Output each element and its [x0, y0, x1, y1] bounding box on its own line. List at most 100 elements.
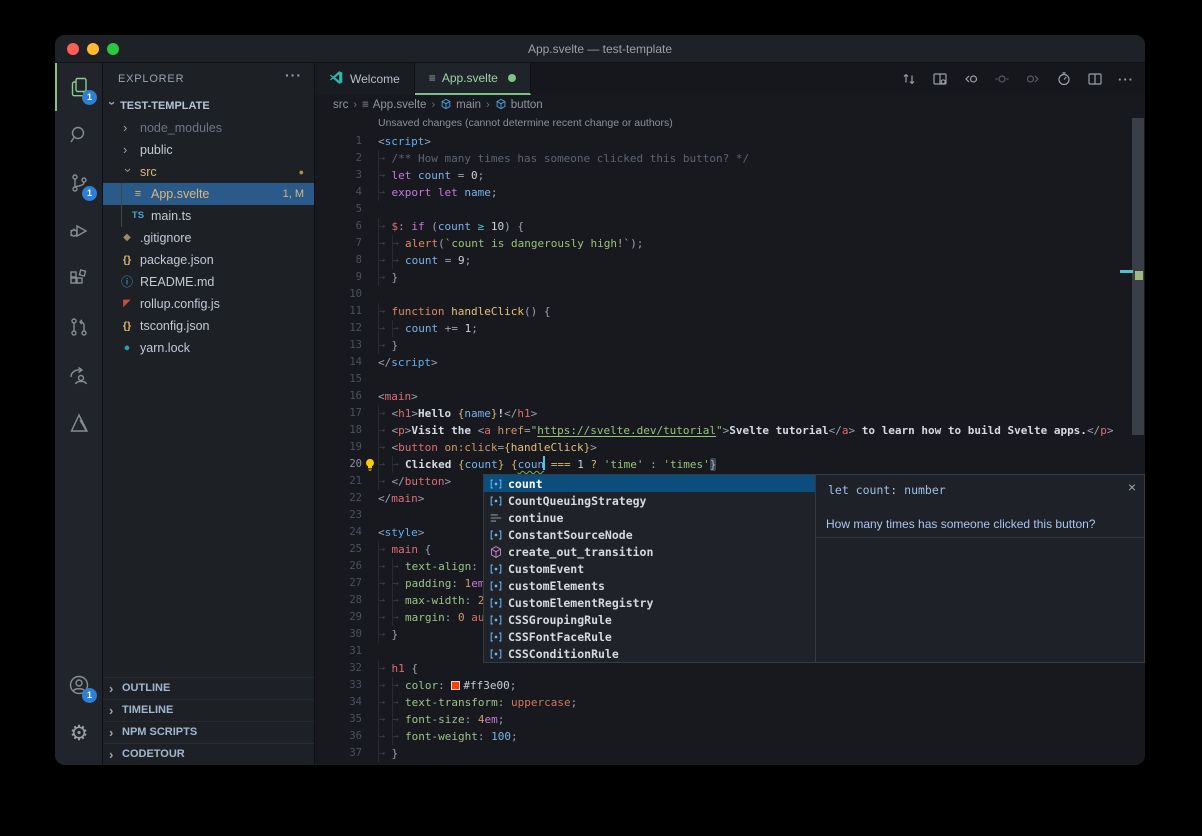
- suggest-item-customelements[interactable]: customElements: [484, 577, 815, 594]
- navigate-back-icon[interactable]: [960, 68, 982, 90]
- tree-item-tsconfig-json[interactable]: {}tsconfig.json: [103, 315, 314, 337]
- section-timeline[interactable]: ›TIMELINE: [103, 699, 314, 721]
- suggest-item-create-out-transition[interactable]: create_out_transition: [484, 543, 815, 560]
- run-timer-icon[interactable]: [1053, 68, 1075, 90]
- code-line-34[interactable]: 34→→text-transform: uppercase;: [315, 694, 1145, 711]
- suggest-item-cssgroupingrule[interactable]: CSSGroupingRule: [484, 611, 815, 628]
- section-npm-scripts[interactable]: ›NPM SCRIPTS: [103, 721, 314, 743]
- line-number: 13: [315, 337, 362, 354]
- more-actions-icon[interactable]: ···: [1115, 68, 1137, 90]
- code-line-4[interactable]: 4→export let name;: [315, 184, 1145, 201]
- code-line-15[interactable]: 15: [315, 371, 1145, 388]
- chevron-right-icon: ›: [109, 706, 119, 716]
- code-editor[interactable]: Unsaved changes (cannot determine recent…: [315, 115, 1145, 765]
- code-content: →<button on:click={handleClick}>: [378, 439, 1145, 456]
- code-line-9[interactable]: 9→}: [315, 269, 1145, 286]
- activity-search[interactable]: [55, 111, 103, 159]
- code-line-18[interactable]: 18→<p>Visit the <a href="https://svelte.…: [315, 422, 1145, 439]
- code-line-14[interactable]: 14</script>: [315, 354, 1145, 371]
- code-line-12[interactable]: 12→→count += 1;: [315, 320, 1145, 337]
- suggest-item-customelementregistry[interactable]: CustomElementRegistry: [484, 594, 815, 611]
- line-number: 29: [315, 609, 362, 626]
- code-line-3[interactable]: 3→let count = 0;: [315, 167, 1145, 184]
- tree-item-package-json[interactable]: {}package.json: [103, 249, 314, 271]
- line-number: 10: [315, 286, 362, 303]
- activity-settings[interactable]: ⚙: [55, 709, 103, 757]
- section-codetour[interactable]: ›CODETOUR: [103, 743, 314, 765]
- code-line-11[interactable]: 11→function handleClick() {: [315, 303, 1145, 320]
- tab-whitespace-arrow: →: [379, 609, 385, 626]
- code-line-2[interactable]: 2→/** How many times has someone clicked…: [315, 150, 1145, 167]
- tree-item-public[interactable]: ›public: [103, 139, 314, 161]
- extensions-icon: [67, 267, 91, 291]
- tab-welcome[interactable]: Welcome: [315, 63, 415, 95]
- suggest-item-cssconditionrule[interactable]: CSSConditionRule: [484, 645, 815, 662]
- code-line-13[interactable]: 13 →}: [315, 337, 1145, 354]
- code-line-37[interactable]: 37→}: [315, 745, 1145, 762]
- window-title: App.svelte — test-template: [55, 35, 1145, 63]
- code-line-19[interactable]: 19→<button on:click={handleClick}>: [315, 439, 1145, 456]
- activity-run-debug[interactable]: [55, 207, 103, 255]
- section-label: NPM SCRIPTS: [122, 722, 197, 743]
- suggest-item-cssfontfacerule[interactable]: CSSFontFaceRule: [484, 628, 815, 645]
- code-line-33[interactable]: 33→→color: #ff3e00;: [315, 677, 1145, 694]
- section-outline[interactable]: ›OUTLINE: [103, 677, 314, 699]
- open-preview-side-icon[interactable]: [929, 68, 951, 90]
- activity-source-control[interactable]: 1: [55, 159, 103, 207]
- tree-root-test-template[interactable]: › TEST-TEMPLATE: [103, 95, 314, 117]
- activity-explorer[interactable]: 1: [55, 63, 103, 111]
- activity-accounts[interactable]: 1: [55, 661, 103, 709]
- breadcrumb-item-button[interactable]: button: [495, 98, 543, 113]
- tree-item-src[interactable]: ›src●: [103, 161, 314, 183]
- code-line-36[interactable]: 36→→font-weight: 100;: [315, 728, 1145, 745]
- suggest-item-countqueuingstrategy[interactable]: CountQueuingStrategy: [484, 492, 815, 509]
- code-line-16[interactable]: 16<main>: [315, 388, 1145, 405]
- activity-live-share[interactable]: [55, 351, 103, 399]
- lightbulb-icon[interactable]: [364, 458, 376, 471]
- tree-item-yarn-lock[interactable]: ●yarn.lock: [103, 337, 314, 359]
- tab-whitespace-arrow: →: [379, 473, 385, 490]
- code-line-5[interactable]: 5: [315, 201, 1145, 218]
- suggest-item-label: create_out_transition: [508, 545, 653, 559]
- split-editor-icon[interactable]: [1084, 68, 1106, 90]
- tab-whitespace-arrow: →: [379, 269, 385, 286]
- navigate-forward-icon[interactable]: [1022, 68, 1044, 90]
- activity-azure[interactable]: [55, 399, 103, 447]
- symbol-variable-icon: [489, 494, 503, 508]
- tree-item-node-modules[interactable]: ›node_modules: [103, 117, 314, 139]
- breadcrumb-label: App.svelte: [373, 99, 427, 111]
- code-line-10[interactable]: 10: [315, 286, 1145, 303]
- code-line-20[interactable]: 20→→Clicked {count} {coun === 1 ? 'time'…: [315, 456, 1145, 473]
- tree-item-main-ts[interactable]: TSmain.ts: [103, 205, 314, 227]
- code-line-35[interactable]: 35→→font-size: 4em;: [315, 711, 1145, 728]
- compare-changes-icon[interactable]: [898, 68, 920, 90]
- code-line-6[interactable]: 6→$: if (count ≥ 10) {: [315, 218, 1145, 235]
- symbol-variable-icon: [489, 630, 503, 644]
- code-line-1[interactable]: 1<script>: [315, 133, 1145, 150]
- chevron-down-icon: ›: [123, 168, 133, 178]
- chevron-right-icon: ›: [123, 123, 133, 133]
- tree-item-readme-md[interactable]: ⓘREADME.md: [103, 271, 314, 293]
- explorer-more-actions-icon[interactable]: ···: [285, 67, 302, 83]
- breadcrumb-item-src[interactable]: src: [333, 99, 348, 111]
- activity-extensions[interactable]: [55, 255, 103, 303]
- suggest-item-constantsourcenode[interactable]: ConstantSourceNode: [484, 526, 815, 543]
- code-content: →<h1>Hello {name}!</h1>: [378, 405, 1145, 422]
- suggest-item-label: CSSGroupingRule: [508, 613, 612, 627]
- breadcrumb-item-app-svelte[interactable]: ≡App.svelte: [362, 99, 426, 111]
- suggest-item-continue[interactable]: continue: [484, 509, 815, 526]
- breadcrumb-item-main[interactable]: main: [440, 98, 481, 113]
- suggest-item-customevent[interactable]: CustomEvent: [484, 560, 815, 577]
- suggest-item-count[interactable]: count: [484, 475, 815, 492]
- code-content: →}: [378, 337, 1145, 354]
- record-icon[interactable]: [991, 68, 1013, 90]
- code-line-8[interactable]: 8→→count = 9;: [315, 252, 1145, 269]
- code-line-17[interactable]: 17→<h1>Hello {name}!</h1>: [315, 405, 1145, 422]
- activity-github-pr[interactable]: [55, 303, 103, 351]
- code-line-7[interactable]: 7→→alert(`count is dangerously high!`);: [315, 235, 1145, 252]
- tree-item-rollup-config-js[interactable]: ◤rollup.config.js: [103, 293, 314, 315]
- tree-item-gitignore[interactable]: ◆.gitignore: [103, 227, 314, 249]
- tab-app-svelte[interactable]: ≡App.svelte: [415, 63, 531, 95]
- tree-item-app-svelte[interactable]: ≡App.svelte1, M: [103, 183, 314, 205]
- chevron-down-icon: ›: [107, 101, 117, 111]
